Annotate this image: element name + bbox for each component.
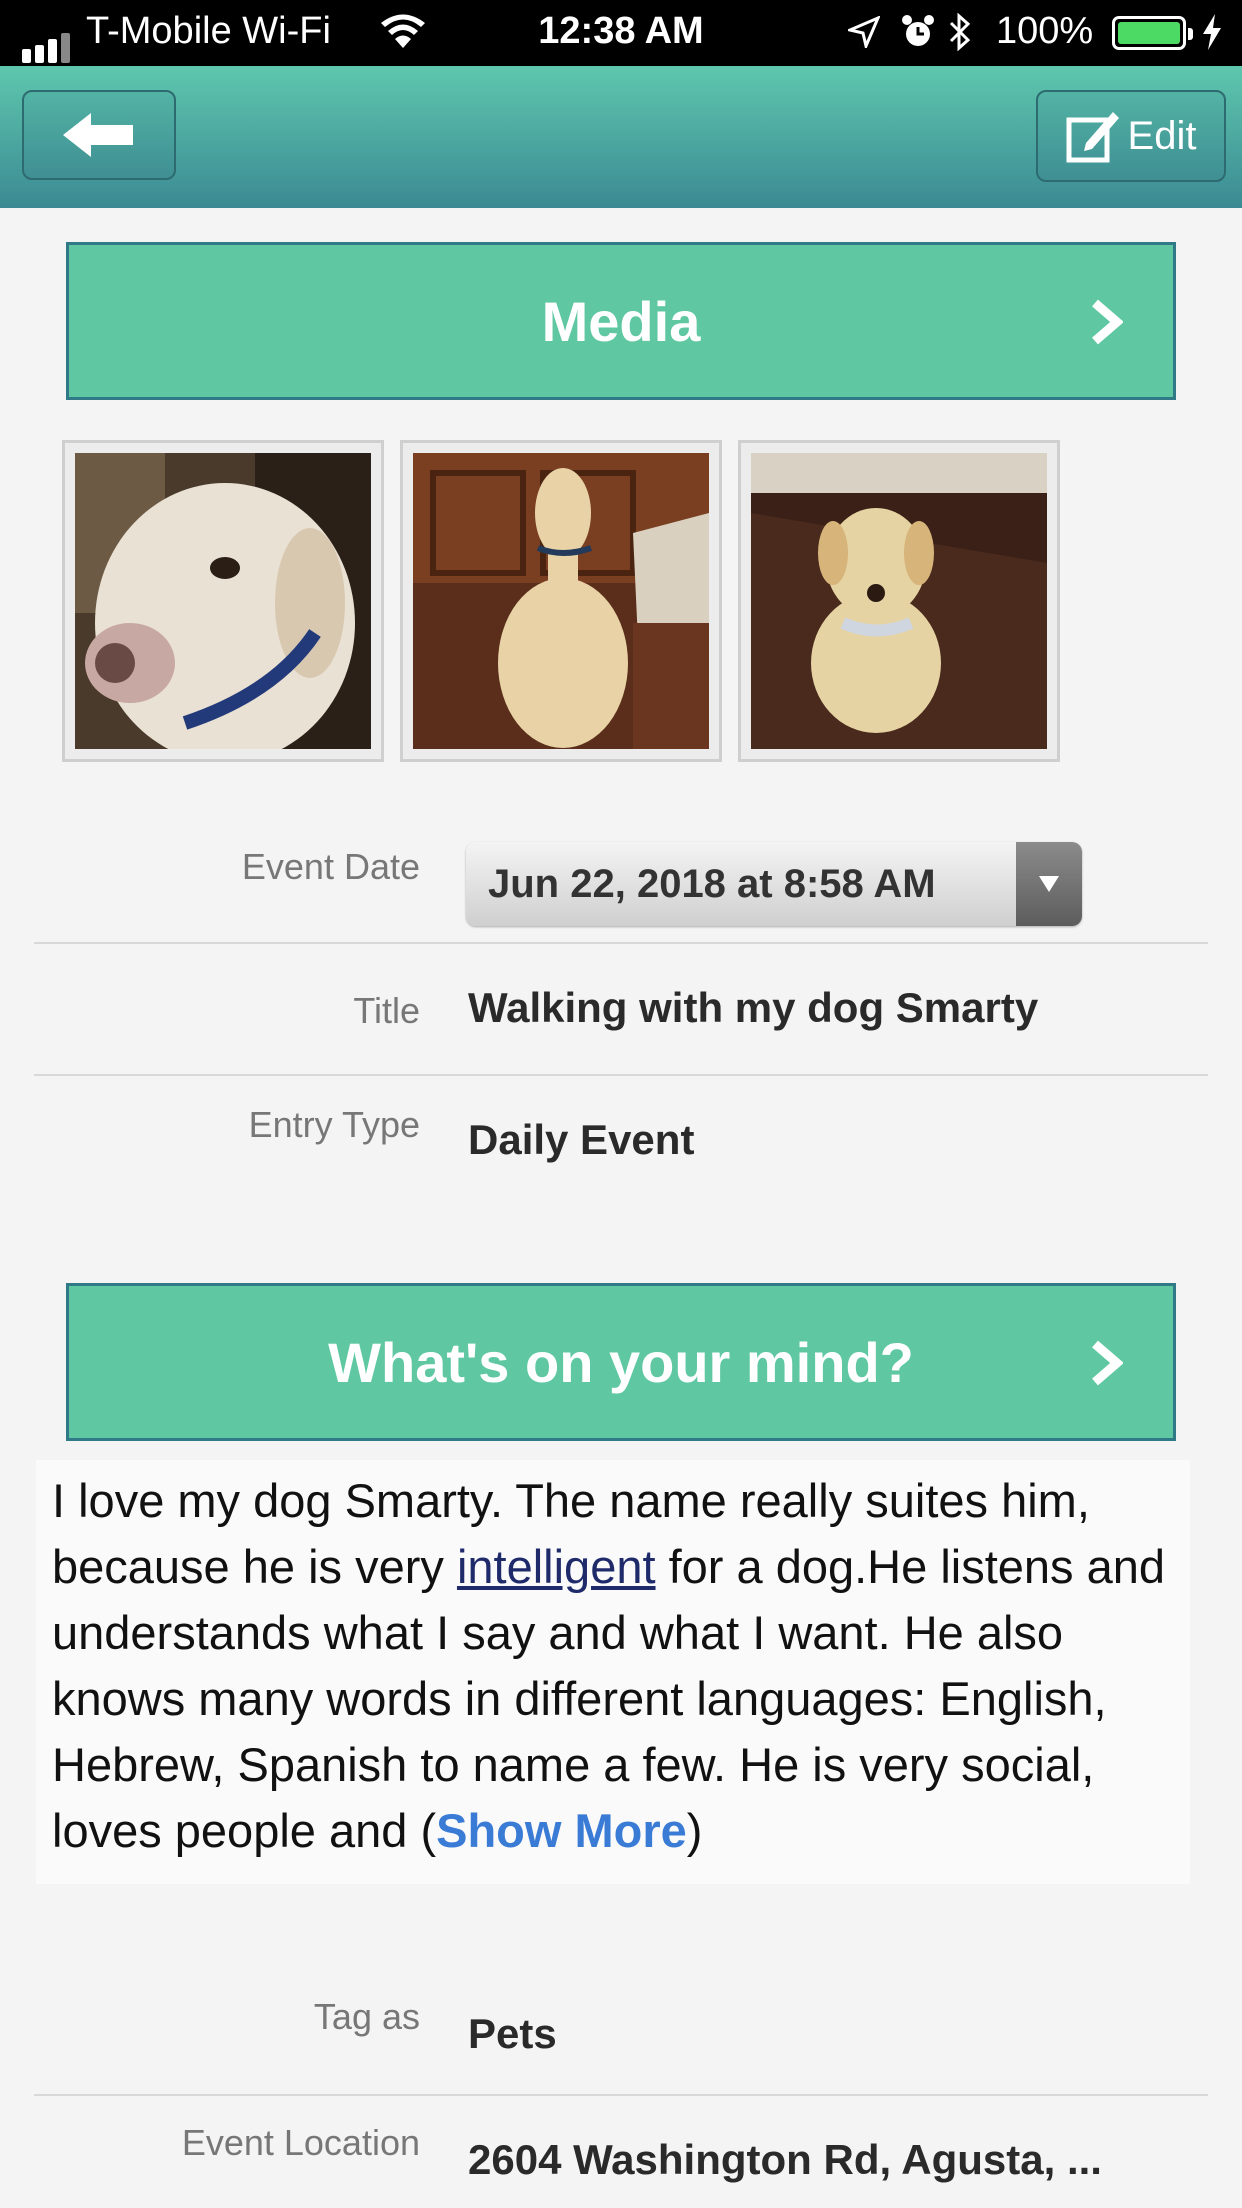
media-photo-2[interactable] [400,440,722,762]
divider [34,942,1208,944]
journal-text: I love my dog Smarty. The name really su… [36,1460,1190,1884]
chevron-right-icon [1092,1340,1123,1386]
entry-type-label: Entry Type [248,1104,420,1145]
media-photo-1[interactable] [62,440,384,762]
dog-at-counter-image [413,453,709,749]
arrow-left-icon [63,113,133,157]
edit-pencil-icon [1066,112,1119,163]
event-location-value: 2604 Washington Rd, Agusta, ... [468,2136,1102,2183]
title-value: Walking with my dog Smarty [468,984,1039,1031]
tag-value: Pets [468,2010,557,2057]
status-bar: T-Mobile Wi-Fi 12:38 AM 100% [0,0,1242,66]
event-date-select[interactable]: Jun 22, 2018 at 8:58 AM [466,842,1082,926]
divider [34,2094,1208,2096]
mind-header-label: What's on your mind? [328,1330,914,1394]
bluetooth-icon [949,12,971,52]
title-label: Title [353,990,420,1031]
media-section-header[interactable]: Media [66,242,1176,400]
mind-section-header[interactable]: What's on your mind? [66,1283,1176,1441]
event-date-label: Event Date [241,846,420,887]
alarm-clock-icon [902,15,934,46]
battery-icon [1112,16,1193,50]
dog-face-image [75,453,371,749]
location-arrow-icon [848,16,880,48]
edit-button[interactable]: Edit [1036,90,1226,182]
dropdown-arrow[interactable] [1016,842,1082,926]
battery-percent: 100% [996,10,1094,52]
edit-label: Edit [1127,113,1197,158]
divider [34,1074,1208,1076]
entry-type-value: Daily Event [468,1116,695,1163]
navigation-bar: Edit [0,66,1242,208]
event-location-label: Event Location [181,2122,420,2163]
intelligent-link[interactable]: intelligent [457,1540,656,1593]
event-date-value: Jun 22, 2018 at 8:58 AM [488,862,936,906]
journal-close-paren: ) [686,1804,703,1857]
chevron-right-icon [1092,299,1123,345]
dog-sitting-image [751,453,1047,749]
media-photo-3[interactable] [738,440,1060,762]
show-more-link[interactable]: Show More [436,1804,687,1857]
media-header-label: Media [541,289,701,353]
tag-label: Tag as [313,1996,420,2037]
back-button[interactable] [22,90,176,180]
charging-bolt-icon [1203,14,1221,50]
triangle-down-icon [1039,876,1059,892]
